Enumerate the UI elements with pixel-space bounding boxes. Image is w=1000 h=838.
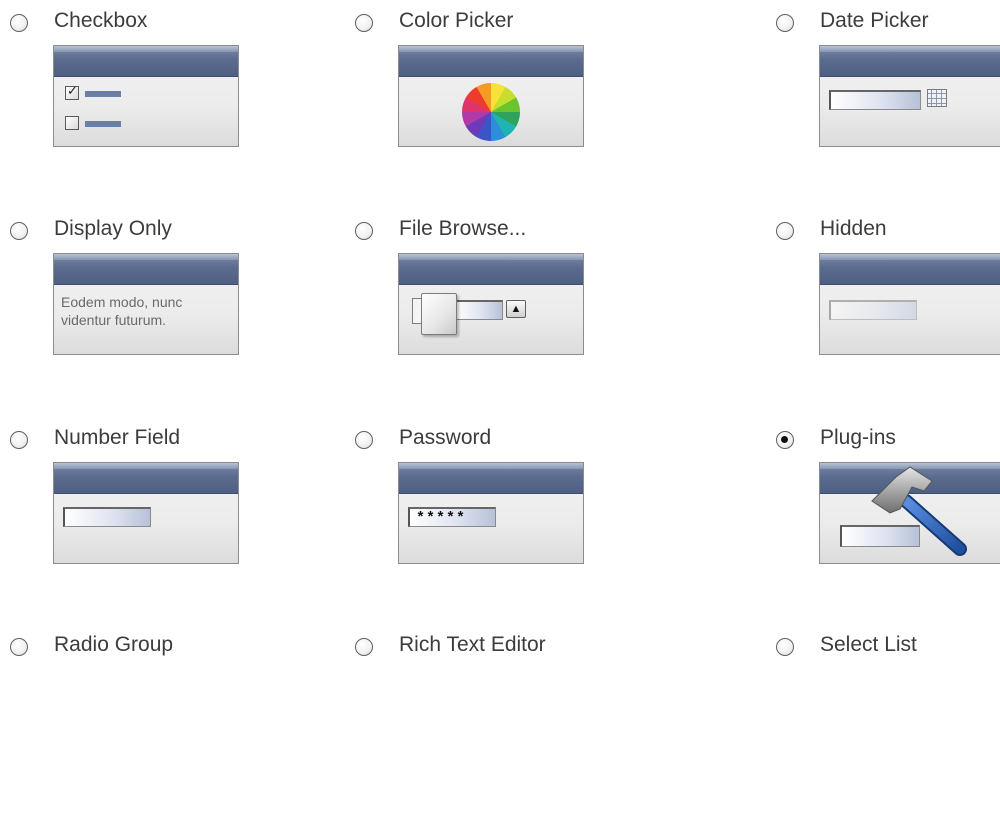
display-only-preview[interactable]: Eodem modo, nunc videntur futurum. [53,253,239,355]
option-plug-ins[interactable]: Plug-ins [776,426,1000,631]
option-number-field[interactable]: Number Field [10,426,310,631]
option-label-number-field[interactable]: Number Field [54,426,180,450]
checkmark-icon: ✓ [67,83,78,98]
option-label-checkbox[interactable]: Checkbox [54,9,147,33]
file-path-field [453,300,503,320]
hidden-field [829,300,917,320]
checked-checkbox-icon: ✓ [65,83,79,100]
radio-rich-text-editor[interactable] [355,638,373,656]
password-mask: ***** [416,510,467,527]
number-input-field [63,507,151,527]
unchecked-checkbox-icon [65,116,79,130]
display-only-text: Eodem modo, nunc videntur futurum. [61,293,182,329]
radio-password[interactable] [355,431,373,449]
display-only-line-1: Eodem modo, nunc [61,294,183,310]
option-display-only[interactable]: Display Only Eodem modo, nunc videntur f… [10,217,310,422]
folder-icon [421,293,457,335]
preview-title-bar [820,46,1000,77]
file-browse-preview[interactable]: ▲ [398,253,584,355]
option-radio-group[interactable]: Radio Group [10,633,310,838]
option-select-list[interactable]: Select List [776,633,1000,838]
preview-title-bar [54,463,238,494]
option-label-plug-ins[interactable]: Plug-ins [820,426,896,450]
radio-number-field[interactable] [10,431,28,449]
option-label-file-browse[interactable]: File Browse... [399,217,526,241]
color-wheel-icon [462,83,520,141]
radio-radio-group[interactable] [10,638,28,656]
preview-title-bar [399,254,583,285]
option-label-radio-group[interactable]: Radio Group [54,633,173,657]
preview-title-bar [399,463,583,494]
option-checkbox[interactable]: Checkbox ✓ [10,9,310,214]
option-file-browse[interactable]: File Browse... ▲ [355,217,655,422]
password-preview[interactable]: ***** [398,462,584,564]
hidden-preview[interactable] [819,253,1000,355]
option-color-picker[interactable]: Color Picker [355,9,655,214]
option-label-password[interactable]: Password [399,426,491,450]
option-label-hidden[interactable]: Hidden [820,217,887,241]
radio-plug-ins[interactable] [776,431,794,449]
date-picker-preview[interactable] [819,45,1000,147]
option-label-select-list[interactable]: Select List [820,633,917,657]
preview-title-bar [54,254,238,285]
radio-file-browse[interactable] [355,222,373,240]
radio-color-picker[interactable] [355,14,373,32]
radio-hidden[interactable] [776,222,794,240]
preview-title-bar [820,254,1000,285]
radio-checkbox[interactable] [10,14,28,32]
option-date-picker[interactable]: Date Picker [776,9,1000,214]
checkbox-line [85,121,121,127]
radio-date-picker[interactable] [776,14,794,32]
option-hidden[interactable]: Hidden [776,217,1000,422]
option-label-color-picker[interactable]: Color Picker [399,9,513,33]
calendar-icon [927,89,947,107]
radio-display-only[interactable] [10,222,28,240]
browse-button-icon: ▲ [506,300,526,318]
preview-title-bar [54,46,238,77]
plug-ins-preview[interactable] [819,462,1000,564]
option-label-display-only[interactable]: Display Only [54,217,172,241]
preview-title-bar [399,46,583,77]
number-field-preview[interactable] [53,462,239,564]
display-only-line-2: videntur futurum. [61,312,167,328]
radio-select-list[interactable] [776,638,794,656]
option-rich-text-editor[interactable]: Rich Text Editor [355,633,655,838]
checkbox-preview[interactable]: ✓ [53,45,239,147]
option-label-rich-text-editor[interactable]: Rich Text Editor [399,633,546,657]
checkbox-line [85,91,121,97]
hammer-icon [871,466,967,556]
color-picker-preview[interactable] [398,45,584,147]
option-password[interactable]: Password ***** [355,426,655,631]
date-field [829,90,921,110]
option-label-date-picker[interactable]: Date Picker [820,9,929,33]
